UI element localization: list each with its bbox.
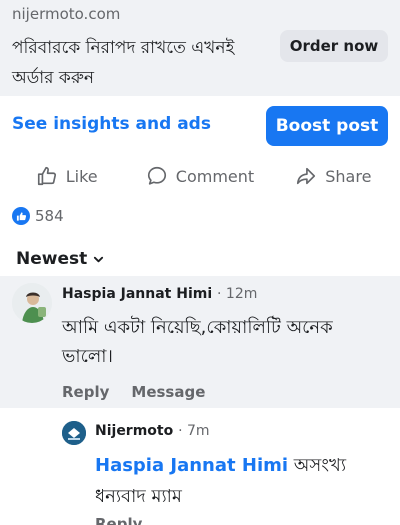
see-insights-link[interactable]: See insights and ads	[12, 114, 211, 134]
comment-author-name[interactable]: Haspia Jannat Himi	[62, 286, 212, 302]
avatar[interactable]	[12, 283, 52, 323]
like-reaction-icon	[12, 207, 30, 225]
reply-author-name[interactable]: Nijermoto	[95, 423, 173, 439]
thumbs-up-icon	[37, 166, 56, 186]
share-arrow-icon	[297, 167, 316, 185]
reaction-summary[interactable]: 584	[12, 207, 64, 225]
link-preview[interactable]: nijermoto.com পরিবারকে নিরাপদ রাখতে এখনই…	[0, 0, 400, 96]
comment-sort-dropdown[interactable]: Newest	[16, 249, 104, 269]
sort-label: Newest	[16, 249, 88, 269]
like-label: Like	[65, 166, 98, 186]
comment-button[interactable]: Comment	[133, 157, 266, 195]
mention-link[interactable]: Haspia Jannat Himi	[95, 455, 288, 476]
order-now-button[interactable]: Order now	[280, 30, 388, 62]
link-domain: nijermoto.com	[12, 5, 121, 23]
comment-text: আমি একটা নিয়েছি,কোয়ালিটি অনেক ভালো।	[62, 317, 333, 367]
comment-actions: Reply Message	[62, 383, 205, 401]
message-button[interactable]: Message	[131, 383, 205, 401]
share-label: Share	[325, 166, 372, 186]
comment-bubble-icon	[147, 166, 166, 185]
reply-text: Haspia Jannat Himi অসংখ্য ধন্যবাদ ম্যাম	[95, 450, 385, 512]
comment-author[interactable]: Haspia Jannat Himi · 12m	[62, 286, 257, 302]
comment-timestamp: · 12m	[217, 286, 258, 302]
reply-reply-button[interactable]: Reply	[95, 515, 142, 525]
like-button[interactable]: Like	[0, 157, 133, 195]
post-action-bar: Like Comment Share	[0, 157, 400, 195]
reply-button[interactable]: Reply	[62, 383, 109, 401]
chevron-down-icon	[94, 256, 104, 262]
share-button[interactable]: Share	[267, 157, 400, 195]
reply-timestamp: · 7m	[178, 423, 210, 439]
reaction-count: 584	[35, 207, 64, 225]
boost-post-button[interactable]: Boost post	[266, 106, 388, 146]
reply-author[interactable]: Nijermoto · 7m	[95, 423, 210, 439]
page-avatar[interactable]	[62, 421, 86, 445]
comment-label: Comment	[175, 166, 255, 186]
link-headline: পরিবারকে নিরাপদ রাখতে এখনই অর্ডার করুন	[12, 38, 235, 88]
